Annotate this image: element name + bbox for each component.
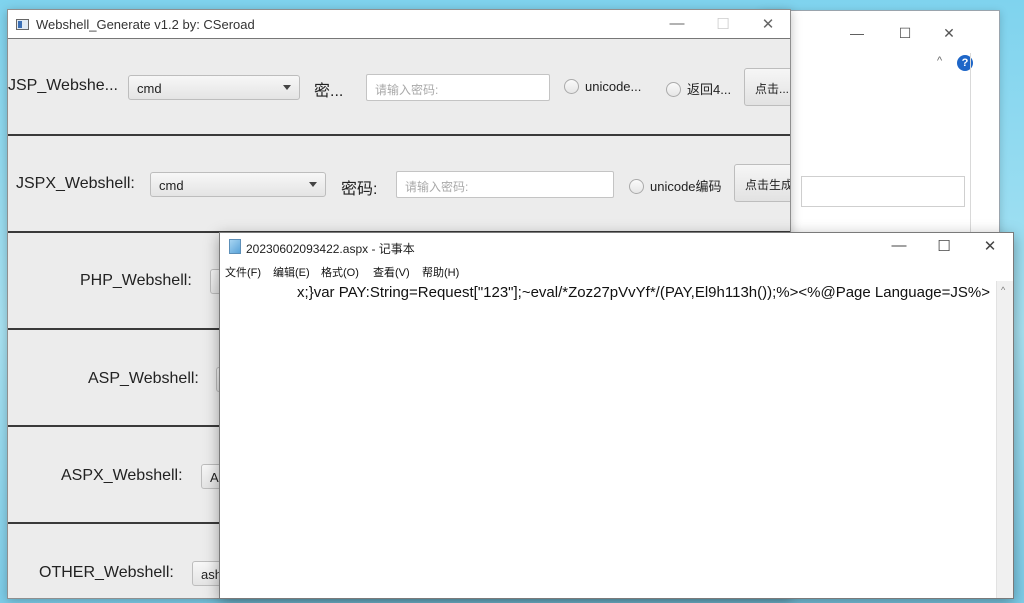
menu-edit[interactable]: 编辑(E) <box>273 264 310 280</box>
jspx-password-label: 密码: <box>341 181 378 198</box>
vertical-scrollbar[interactable]: ^ <box>996 281 1013 598</box>
aspx-combo-value: A <box>210 470 219 485</box>
app-icon <box>16 19 29 30</box>
radio-icon <box>564 79 579 94</box>
notepad-icon <box>229 239 241 254</box>
maximize-button[interactable]: ☐ <box>708 15 738 33</box>
notepad-maximize-button[interactable]: ☐ <box>929 237 959 255</box>
notepad-menu-bar: 文件(F) 编辑(E) 格式(O) 查看(V) 帮助(H) <box>220 261 1013 281</box>
notepad-minimize-button[interactable]: — <box>884 237 914 254</box>
window-title: Webshell_Generate v1.2 by: CSeroad <box>36 17 255 32</box>
chevron-up-icon[interactable]: ^ <box>937 55 942 67</box>
menu-format[interactable]: 格式(O) <box>321 264 359 280</box>
generator-title-bar: Webshell_Generate v1.2 by: CSeroad — ☐ ✕ <box>8 10 790 39</box>
chevron-down-icon <box>283 85 291 90</box>
asp-label: ASP_Webshell: <box>88 370 199 387</box>
other-label: OTHER_Webshell: <box>39 564 174 581</box>
jspx-combo-value: cmd <box>159 178 184 193</box>
jspx-password-input[interactable]: 请输入密码: <box>396 171 614 198</box>
notepad-title-bar: 20230602093422.aspx - 记事本 — ☐ ✕ <box>220 233 1013 261</box>
bg-close-button[interactable]: ✕ <box>939 25 959 42</box>
menu-view[interactable]: 查看(V) <box>373 264 410 280</box>
background-window: — ☐ ✕ ^ ? <box>760 10 1000 250</box>
php-label: PHP_Webshell: <box>80 272 192 289</box>
notepad-text-area[interactable]: x;}var PAY:String=Request["123"];~eval/*… <box>220 281 996 598</box>
menu-file[interactable]: 文件(F) <box>225 264 261 280</box>
divider <box>970 53 971 249</box>
notepad-title: 20230602093422.aspx - 记事本 <box>246 242 415 256</box>
jsp-password-label: 密... <box>314 83 344 100</box>
jsp-row: JSP_Webshe... cmd 密... 请输入密码: unicode...… <box>8 39 790 136</box>
jsp-type-combo[interactable]: cmd <box>128 75 300 100</box>
radio-icon <box>629 179 644 194</box>
jsp-return-radio[interactable]: 返回4... <box>666 79 731 98</box>
scroll-up-icon[interactable]: ^ <box>1001 285 1005 295</box>
close-button[interactable]: ✕ <box>753 15 783 33</box>
menu-help[interactable]: 帮助(H) <box>422 264 459 280</box>
jsp-combo-value: cmd <box>137 81 162 96</box>
radio-label: unicode... <box>585 79 642 94</box>
bg-maximize-button[interactable]: ☐ <box>895 25 915 42</box>
jsp-generate-button[interactable]: 点击... <box>744 68 790 106</box>
jspx-unicode-radio[interactable]: unicode编码 <box>629 176 722 195</box>
radio-label: 返回4... <box>687 82 732 97</box>
jspx-generate-button[interactable]: 点击生成 <box>734 164 790 202</box>
notepad-close-button[interactable]: ✕ <box>975 237 1005 255</box>
bg-minimize-button[interactable]: — <box>847 25 867 41</box>
notepad-window: 20230602093422.aspx - 记事本 — ☐ ✕ 文件(F) 编辑… <box>219 232 1014 599</box>
jsp-label: JSP_Webshe... <box>8 77 118 94</box>
jspx-row: JSPX_Webshell: cmd 密码: 请输入密码: unicode编码 … <box>8 136 790 233</box>
radio-label: unicode编码 <box>650 179 722 194</box>
jsp-password-input[interactable]: 请输入密码: <box>366 74 550 101</box>
notepad-text: x;}var PAY:String=Request["123"];~eval/*… <box>297 284 990 301</box>
chevron-down-icon <box>309 182 317 187</box>
radio-icon <box>666 82 681 97</box>
aspx-label: ASPX_Webshell: <box>61 467 183 484</box>
jsp-unicode-radio[interactable]: unicode... <box>564 79 641 94</box>
jspx-type-combo[interactable]: cmd <box>150 172 326 197</box>
jspx-label: JSPX_Webshell: <box>16 175 135 192</box>
minimize-button[interactable]: — <box>662 15 692 32</box>
bg-input-field[interactable] <box>801 176 965 207</box>
